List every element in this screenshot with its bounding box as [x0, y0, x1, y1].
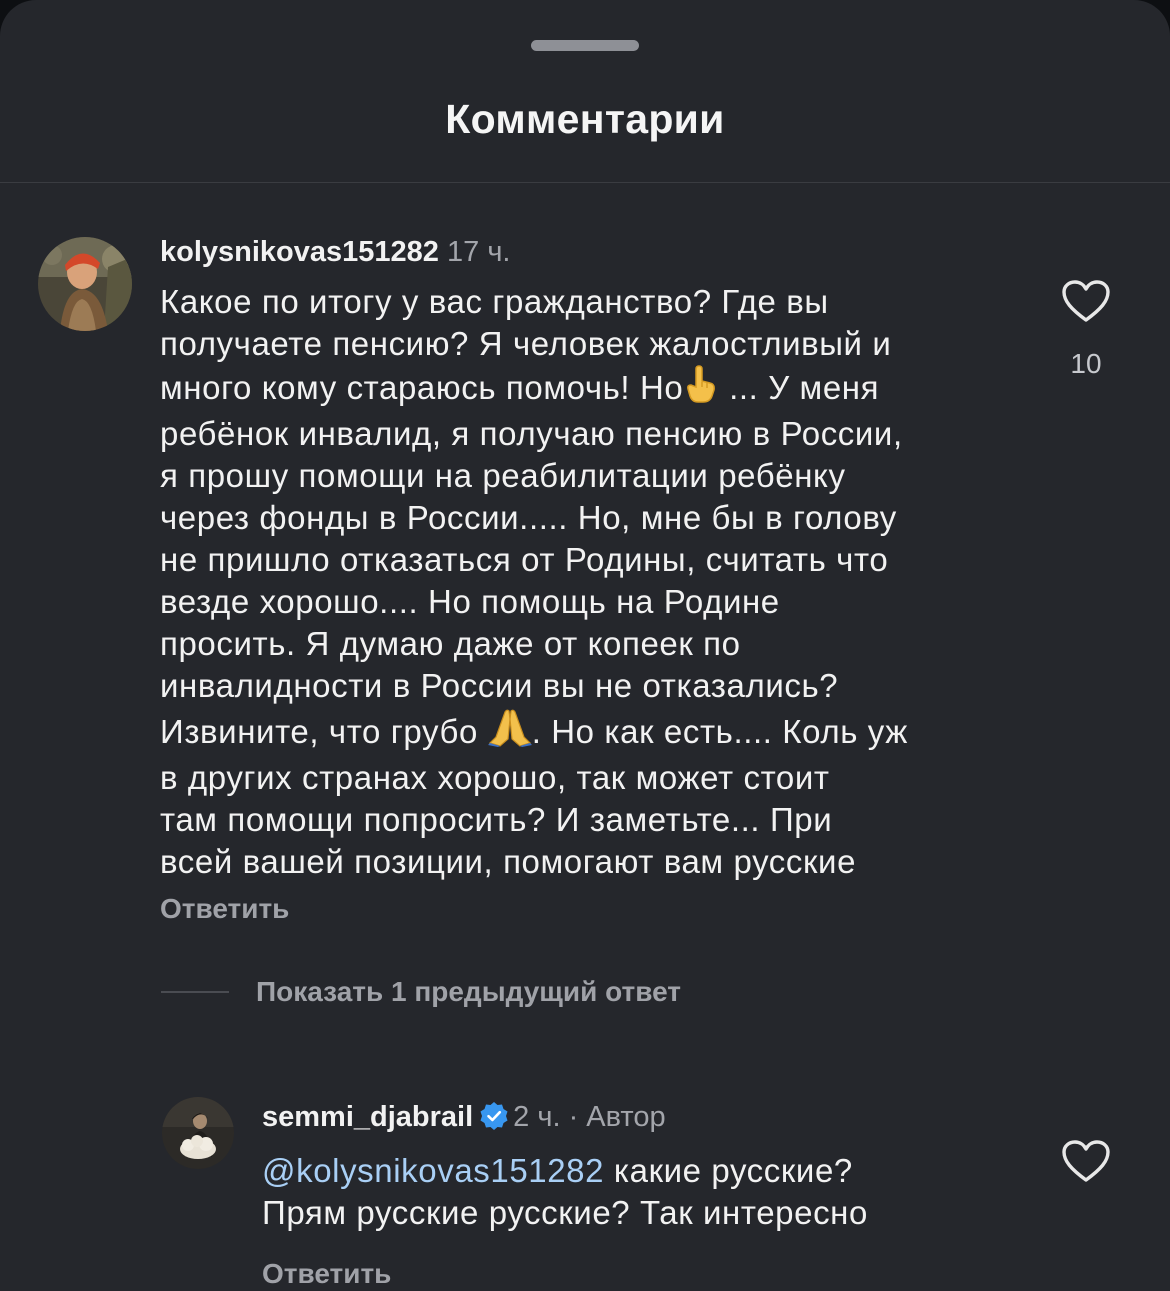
heart-outline-icon	[1062, 280, 1110, 322]
show-previous-replies-button[interactable]: Показать 1 предыдущий ответ	[256, 976, 681, 1008]
comment-line: много кому стараюсь помочь! Но ... У мен…	[160, 365, 908, 413]
comment-line: везде хорошо.... Но помощь на Родине	[160, 583, 780, 620]
comments-sheet: Комментарии kolysnikovas151282 17 ч. Как…	[0, 0, 1170, 1291]
praying-hands-emoji	[487, 707, 532, 757]
comment-header: kolysnikovas151282 17 ч.	[160, 236, 510, 269]
reply-header: semmi_djabrail 2 ч. · Автор	[262, 1101, 666, 1139]
mention-link[interactable]: @kolysnikovas151282	[262, 1152, 604, 1189]
avatar[interactable]	[38, 237, 132, 331]
comment-line: Извините, что грубо . Но как есть.... Ко…	[160, 707, 908, 757]
comment-line: всей вашей позиции, помогают вам русские	[160, 843, 857, 880]
comment-line: я прошу помощи на реабилитации ребёнку	[160, 457, 846, 494]
sheet-title: Комментарии	[445, 96, 725, 142]
username[interactable]: semmi_djabrail	[262, 1101, 473, 1133]
reply-button[interactable]: Ответить	[160, 893, 289, 925]
comment-line-part: какие русские?	[604, 1152, 853, 1189]
username[interactable]: kolysnikovas151282	[160, 236, 439, 268]
like-button[interactable]	[1061, 1139, 1111, 1188]
reply-text: @kolysnikovas151282 какие русские? Прям …	[262, 1150, 868, 1234]
reply-button[interactable]: Ответить	[262, 1258, 391, 1290]
comment-line: в других странах хорошо, так может стоит	[160, 759, 830, 796]
comment-line: не пришло отказаться от Родины, считать …	[160, 541, 889, 578]
comment-line: @kolysnikovas151282 какие русские?	[262, 1150, 868, 1192]
comment-line: Прям русские русские? Так интересно	[262, 1194, 868, 1231]
comment-line-part: много кому стараюсь помочь! Но	[160, 369, 684, 406]
thread-line	[161, 991, 229, 993]
like-button[interactable]	[1061, 279, 1111, 328]
comment-line: просить. Я думаю даже от копеек по	[160, 625, 741, 662]
header-divider	[0, 182, 1170, 183]
heart-outline-icon	[1062, 1140, 1110, 1182]
timestamp: 17 ч.	[447, 236, 511, 268]
avatar[interactable]	[162, 1097, 234, 1169]
comment-line: инвалидности в России вы не отказались?	[160, 667, 839, 704]
like-count: 10	[1070, 348, 1102, 379]
pointing-up-emoji	[683, 365, 719, 413]
sheet-grabber-handle[interactable]	[531, 40, 639, 51]
comment-line: через фонды в России..... Но, мне бы в г…	[160, 499, 897, 536]
verified-badge-icon	[479, 1101, 509, 1139]
comment-line: там помощи попросить? И заметьте... При	[160, 801, 833, 838]
comment-line: Какое по итогу у вас гражданство? Где вы	[160, 283, 829, 320]
comment-line-part: ... У меня	[719, 369, 880, 406]
author-badge: · Автор	[568, 1101, 666, 1133]
comment-line: ребёнок инвалид, я получаю пенсию в Росс…	[160, 415, 903, 452]
comment-text: Какое по итогу у вас гражданство? Где вы…	[160, 281, 908, 883]
comment-line-part: Извините, что грубо	[160, 713, 488, 750]
comment-line: получаете пенсию? Я человек жалостливый …	[160, 325, 892, 362]
timestamp: 2 ч.	[513, 1101, 561, 1133]
comment-line-part: . Но как есть.... Коль уж	[531, 713, 908, 750]
